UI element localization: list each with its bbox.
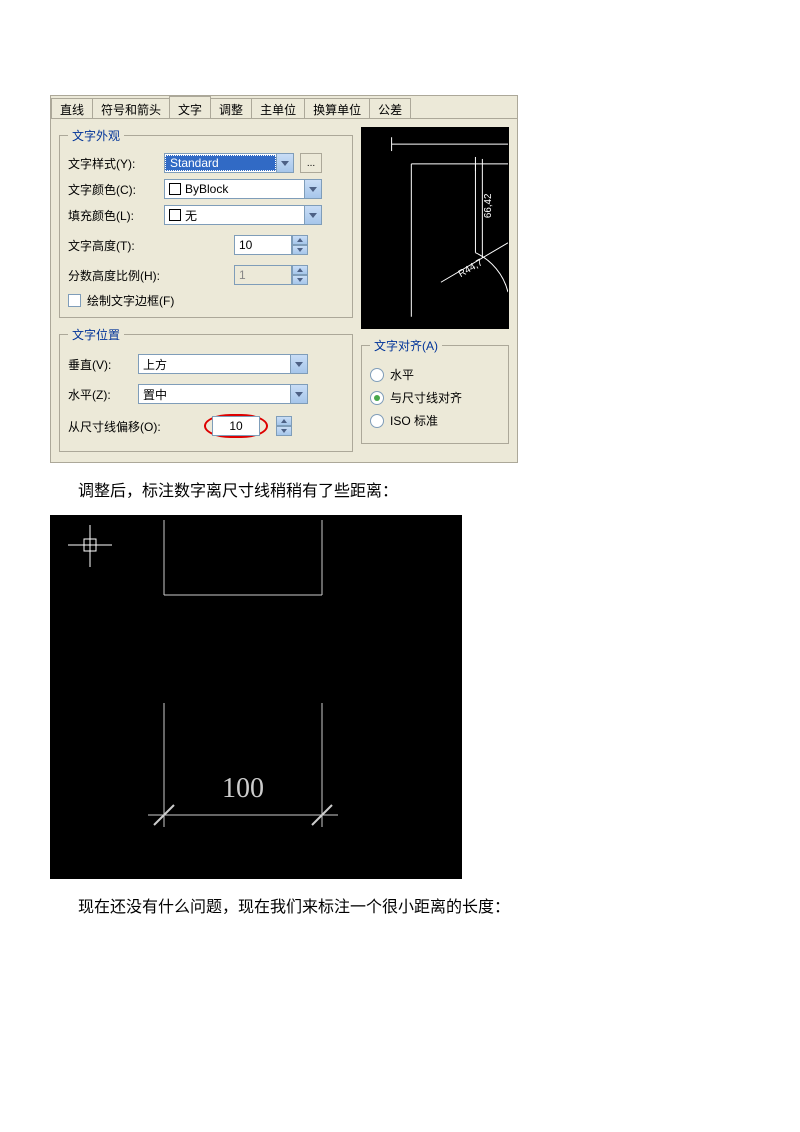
label-text-style: 文字样式(Y): <box>68 155 158 172</box>
radio-withline-label: 与尺寸线对齐 <box>390 389 462 406</box>
spin-fraction-height-value: 1 <box>234 265 292 285</box>
dimension-text: 100 <box>222 773 264 804</box>
spin-down-icon[interactable] <box>276 426 292 436</box>
combo-fill-color[interactable]: 无 <box>164 205 322 225</box>
tab-primary-units[interactable]: 主单位 <box>251 98 305 118</box>
radio-horizontal-label: 水平 <box>390 366 414 383</box>
radio-icon <box>370 368 384 382</box>
radio-icon <box>370 414 384 428</box>
tab-fit[interactable]: 调整 <box>210 98 252 118</box>
spin-text-height[interactable]: 10 <box>234 235 308 255</box>
label-horizontal: 水平(Z): <box>68 386 132 403</box>
tab-tolerance[interactable]: 公差 <box>369 98 411 118</box>
spin-text-height-value[interactable]: 10 <box>234 235 292 255</box>
left-column: 文字外观 文字样式(Y): Standard ... 文字颜色(C): <box>59 127 353 452</box>
label-text-height: 文字高度(T): <box>68 237 228 254</box>
legend-text-appearance: 文字外观 <box>68 127 124 144</box>
dimension-style-dialog: 直线 符号和箭头 文字 调整 主单位 换算单位 公差 文字外观 文字样式(Y):… <box>50 95 518 463</box>
chevron-down-icon <box>304 206 321 224</box>
swatch-icon <box>169 183 181 195</box>
combo-horizontal-value: 置中 <box>139 386 290 403</box>
checkbox-draw-frame-label: 绘制文字边框(F) <box>87 292 174 309</box>
right-column: 66,42 R44,7 文字对齐(A) 水平 与尺寸线对齐 <box>361 127 509 452</box>
swatch-icon <box>169 209 181 221</box>
spin-down-icon[interactable] <box>292 245 308 255</box>
spin-fraction-height: 1 <box>234 265 308 285</box>
chevron-down-icon <box>290 385 307 403</box>
spin-up-icon[interactable] <box>276 416 292 426</box>
combo-vertical-value: 上方 <box>139 356 290 373</box>
combo-text-color[interactable]: ByBlock <box>164 179 322 199</box>
combo-text-style[interactable]: Standard <box>164 153 294 173</box>
tab-text[interactable]: 文字 <box>169 96 211 119</box>
label-fill-color: 填充颜色(L): <box>68 207 158 224</box>
legend-text-position: 文字位置 <box>68 326 124 343</box>
text-style-browse-button[interactable]: ... <box>300 153 322 173</box>
paragraph-1: 调整后，标注数字离尺寸线稍稍有了些距离： <box>78 477 800 501</box>
label-fraction-height: 分数高度比例(H): <box>68 267 228 284</box>
chevron-down-icon <box>304 180 321 198</box>
combo-vertical[interactable]: 上方 <box>138 354 308 374</box>
spin-offset-value[interactable]: 10 <box>212 416 260 436</box>
spin-down-icon <box>292 275 308 285</box>
dimension-preview: 66,42 R44,7 <box>361 127 509 329</box>
spin-up-icon[interactable] <box>292 235 308 245</box>
radio-iso-label: ISO 标准 <box>390 412 438 429</box>
combo-horizontal[interactable]: 置中 <box>138 384 308 404</box>
label-text-color: 文字颜色(C): <box>68 181 158 198</box>
highlight-circle: 10 <box>204 414 268 438</box>
cad-viewport: 100 <box>50 515 462 879</box>
tab-line[interactable]: 直线 <box>51 98 93 118</box>
preview-dim2: R44,7 <box>457 257 485 280</box>
radio-iso[interactable]: ISO 标准 <box>370 412 500 429</box>
tab-bar: 直线 符号和箭头 文字 调整 主单位 换算单位 公差 <box>51 96 517 119</box>
combo-text-color-value: ByBlock <box>165 182 304 196</box>
group-text-align: 文字对齐(A) 水平 与尺寸线对齐 ISO 标准 <box>361 337 509 444</box>
spin-offset-arrows[interactable] <box>276 416 292 436</box>
group-text-position: 文字位置 垂直(V): 上方 水平(Z): 置中 <box>59 326 353 452</box>
label-offset: 从尺寸线偏移(O): <box>68 418 198 435</box>
document-page: 直线 符号和箭头 文字 调整 主单位 换算单位 公差 文字外观 文字样式(Y):… <box>0 0 800 917</box>
checkbox-icon <box>68 294 81 307</box>
tab-symbols-arrows[interactable]: 符号和箭头 <box>92 98 170 118</box>
chevron-down-icon <box>290 355 307 373</box>
radio-horizontal[interactable]: 水平 <box>370 366 500 383</box>
legend-text-align: 文字对齐(A) <box>370 337 442 354</box>
chevron-down-icon <box>276 154 293 172</box>
radio-icon <box>370 391 384 405</box>
spin-up-icon <box>292 265 308 275</box>
combo-fill-color-value: 无 <box>165 207 304 224</box>
paragraph-2: 现在还没有什么问题，现在我们来标注一个很小距离的长度： <box>78 893 800 917</box>
checkbox-draw-frame[interactable]: 绘制文字边框(F) <box>68 292 344 309</box>
spin-offset[interactable]: 10 <box>212 416 260 436</box>
group-text-appearance: 文字外观 文字样式(Y): Standard ... 文字颜色(C): <box>59 127 353 318</box>
label-vertical: 垂直(V): <box>68 356 132 373</box>
tab-alt-units[interactable]: 换算单位 <box>304 98 370 118</box>
preview-dim1: 66,42 <box>483 193 494 218</box>
combo-text-style-value: Standard <box>165 155 276 171</box>
radio-withline[interactable]: 与尺寸线对齐 <box>370 389 500 406</box>
